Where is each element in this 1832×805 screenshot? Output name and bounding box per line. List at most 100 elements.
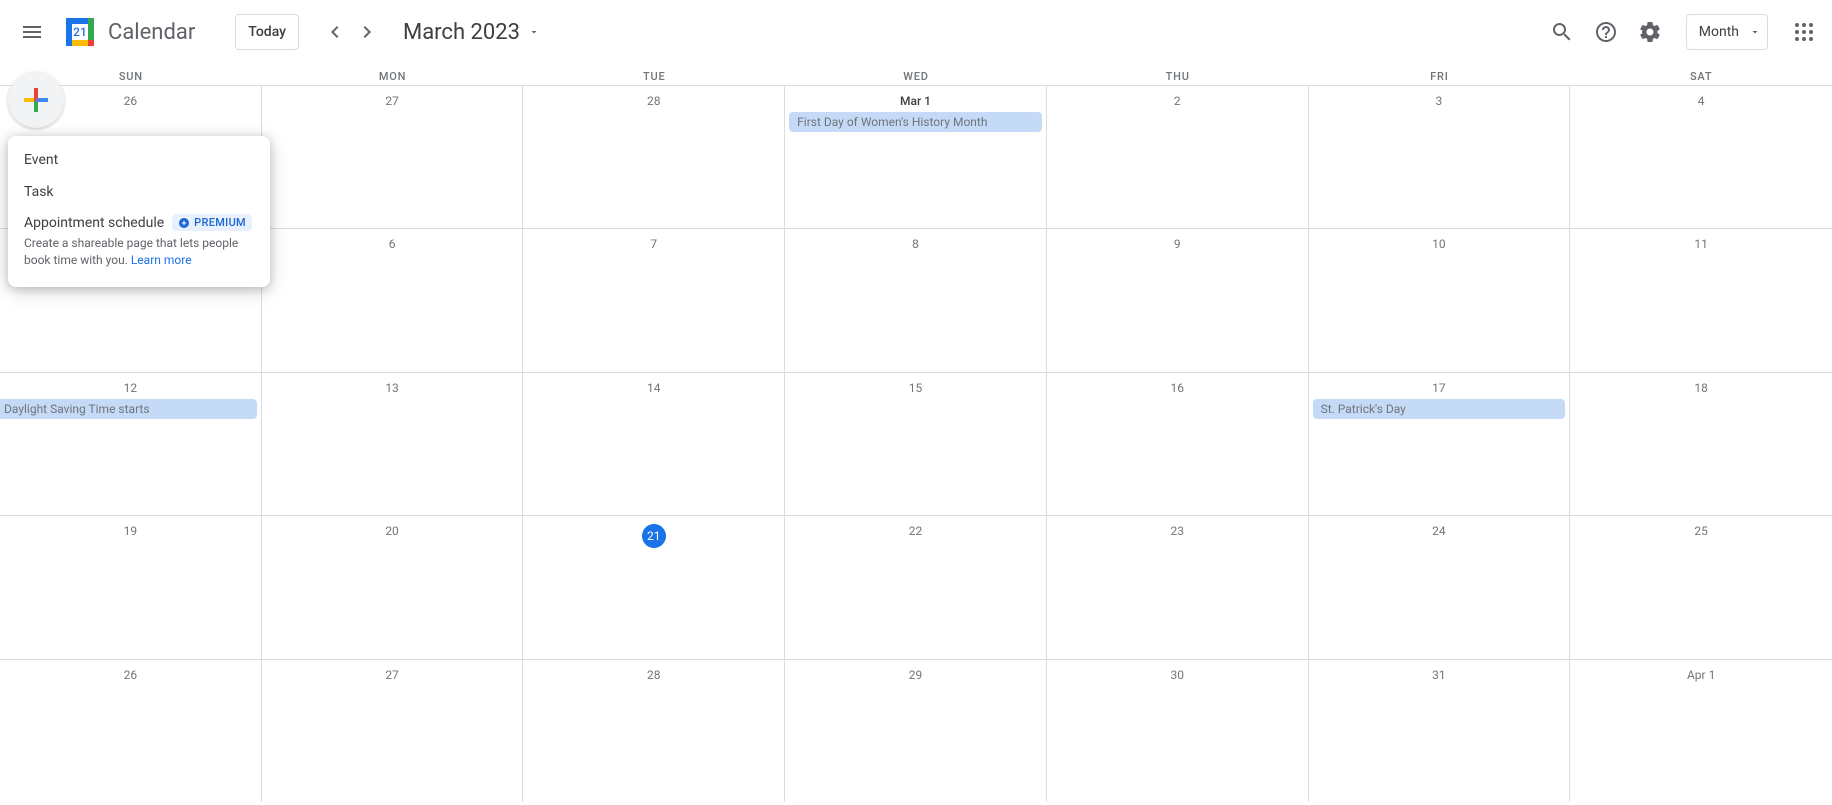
- day-number: 21: [527, 520, 780, 550]
- day-number: 30: [1051, 664, 1304, 684]
- today-button[interactable]: Today: [235, 14, 299, 50]
- day-cell[interactable]: 30: [1047, 660, 1309, 802]
- day-cell[interactable]: 28: [523, 86, 785, 228]
- search-icon: [1550, 20, 1574, 44]
- day-number: 12: [4, 377, 257, 397]
- main-menu-button[interactable]: [8, 8, 56, 56]
- view-label: Month: [1699, 24, 1739, 40]
- day-number: 29: [789, 664, 1042, 684]
- day-number: 22: [789, 520, 1042, 540]
- day-header: MON: [262, 64, 524, 85]
- next-month-button[interactable]: [351, 16, 383, 48]
- day-cell[interactable]: 26: [0, 660, 262, 802]
- day-cell[interactable]: 29: [785, 660, 1047, 802]
- day-cell[interactable]: Apr 1: [1570, 660, 1832, 802]
- day-cell[interactable]: 2: [1047, 86, 1309, 228]
- day-number: 2: [1051, 90, 1304, 110]
- app-name: Calendar: [108, 20, 195, 45]
- week-row: 567891011: [0, 228, 1832, 371]
- help-icon: [1594, 20, 1618, 44]
- header-right: Month: [1542, 12, 1824, 52]
- week-row: 1920 21 222324 25: [0, 515, 1832, 658]
- day-cell[interactable]: 12Daylight Saving Time starts: [0, 373, 262, 515]
- gear-icon: [1638, 20, 1662, 44]
- support-button[interactable]: [1586, 12, 1626, 52]
- day-number: 31: [1313, 664, 1566, 684]
- prev-month-button[interactable]: [319, 16, 351, 48]
- today-indicator: 21: [642, 524, 666, 548]
- day-cell[interactable]: 19: [0, 516, 262, 658]
- create-button[interactable]: [8, 72, 64, 128]
- settings-button[interactable]: [1630, 12, 1670, 52]
- day-number: 28: [527, 90, 780, 110]
- day-number: 9: [1051, 233, 1304, 253]
- day-number: 11: [1574, 233, 1828, 253]
- learn-more-link[interactable]: Learn more: [131, 253, 192, 267]
- day-cell[interactable]: 3: [1309, 86, 1571, 228]
- view-selector[interactable]: Month: [1686, 14, 1768, 50]
- premium-icon: [178, 217, 190, 229]
- create-task-option[interactable]: Task: [8, 176, 270, 208]
- day-cell[interactable]: 22: [785, 516, 1047, 658]
- event-chip[interactable]: Daylight Saving Time starts: [0, 399, 257, 419]
- day-cell[interactable]: 15: [785, 373, 1047, 515]
- day-number: 15: [789, 377, 1042, 397]
- day-cell[interactable]: 20: [262, 516, 524, 658]
- day-number: 20: [266, 520, 519, 540]
- day-cell[interactable]: 8: [785, 229, 1047, 371]
- event-chip[interactable]: First Day of Women's History Month: [789, 112, 1042, 132]
- day-number: 6: [266, 233, 519, 253]
- day-cell[interactable]: 17St. Patrick's Day: [1309, 373, 1571, 515]
- day-cell[interactable]: 27: [262, 660, 524, 802]
- day-number: 13: [266, 377, 519, 397]
- google-apps-button[interactable]: [1784, 12, 1824, 52]
- day-cell[interactable]: 11: [1570, 229, 1832, 371]
- day-cell[interactable]: 16: [1047, 373, 1309, 515]
- app-header: 21 Calendar Today March 2023 Month: [0, 0, 1832, 64]
- day-cell[interactable]: 7: [523, 229, 785, 371]
- day-number: 8: [789, 233, 1042, 253]
- day-cell[interactable]: 31: [1309, 660, 1571, 802]
- hamburger-icon: [20, 20, 44, 44]
- day-cell[interactable]: 4: [1570, 86, 1832, 228]
- day-cell[interactable]: 25: [1570, 516, 1832, 658]
- week-row: 12Daylight Saving Time starts1314151617S…: [0, 372, 1832, 515]
- day-cell[interactable]: 21: [523, 516, 785, 658]
- apps-grid-icon: [1792, 20, 1816, 44]
- create-event-option[interactable]: Event: [8, 144, 270, 176]
- day-cell[interactable]: 24: [1309, 516, 1571, 658]
- chevron-left-icon: [323, 20, 347, 44]
- appointment-label: Appointment schedule: [24, 215, 164, 231]
- day-number: 10: [1313, 233, 1566, 253]
- week-row: 26272829 30 31 Apr 1: [0, 659, 1832, 802]
- day-cell[interactable]: Mar 1First Day of Women's History Month: [785, 86, 1047, 228]
- day-headers-row: SUNMONTUEWEDTHUFRISAT: [0, 64, 1832, 85]
- day-cell[interactable]: 18: [1570, 373, 1832, 515]
- chevron-right-icon: [355, 20, 379, 44]
- calendar-container: Event Task Appointment schedule PREMIUM …: [0, 64, 1832, 805]
- day-cell[interactable]: 10: [1309, 229, 1571, 371]
- plus-icon: [18, 82, 54, 118]
- day-cell[interactable]: 27: [262, 86, 524, 228]
- day-cell[interactable]: 23: [1047, 516, 1309, 658]
- nav-arrows: [319, 16, 383, 48]
- day-header: TUE: [523, 64, 785, 85]
- day-cell[interactable]: 14: [523, 373, 785, 515]
- day-number: 27: [266, 90, 519, 110]
- day-cell[interactable]: 6: [262, 229, 524, 371]
- day-cell[interactable]: 13: [262, 373, 524, 515]
- dropdown-arrow-icon: [1749, 26, 1761, 38]
- day-cell[interactable]: 9: [1047, 229, 1309, 371]
- day-cell[interactable]: 28: [523, 660, 785, 802]
- day-number: 3: [1313, 90, 1566, 110]
- day-number: 25: [1574, 520, 1828, 540]
- day-number: 24: [1313, 520, 1566, 540]
- weeks-grid: 262728Mar 1First Day of Women's History …: [0, 85, 1832, 802]
- app-logo[interactable]: 21 Calendar: [60, 12, 195, 52]
- event-chip[interactable]: St. Patrick's Day: [1313, 399, 1566, 419]
- current-date-range-button[interactable]: March 2023: [403, 20, 540, 45]
- day-number: Apr 1: [1574, 664, 1828, 684]
- create-appointment-option[interactable]: Appointment schedule PREMIUM Create a sh…: [8, 208, 270, 279]
- search-button[interactable]: [1542, 12, 1582, 52]
- day-number: 26: [4, 664, 257, 684]
